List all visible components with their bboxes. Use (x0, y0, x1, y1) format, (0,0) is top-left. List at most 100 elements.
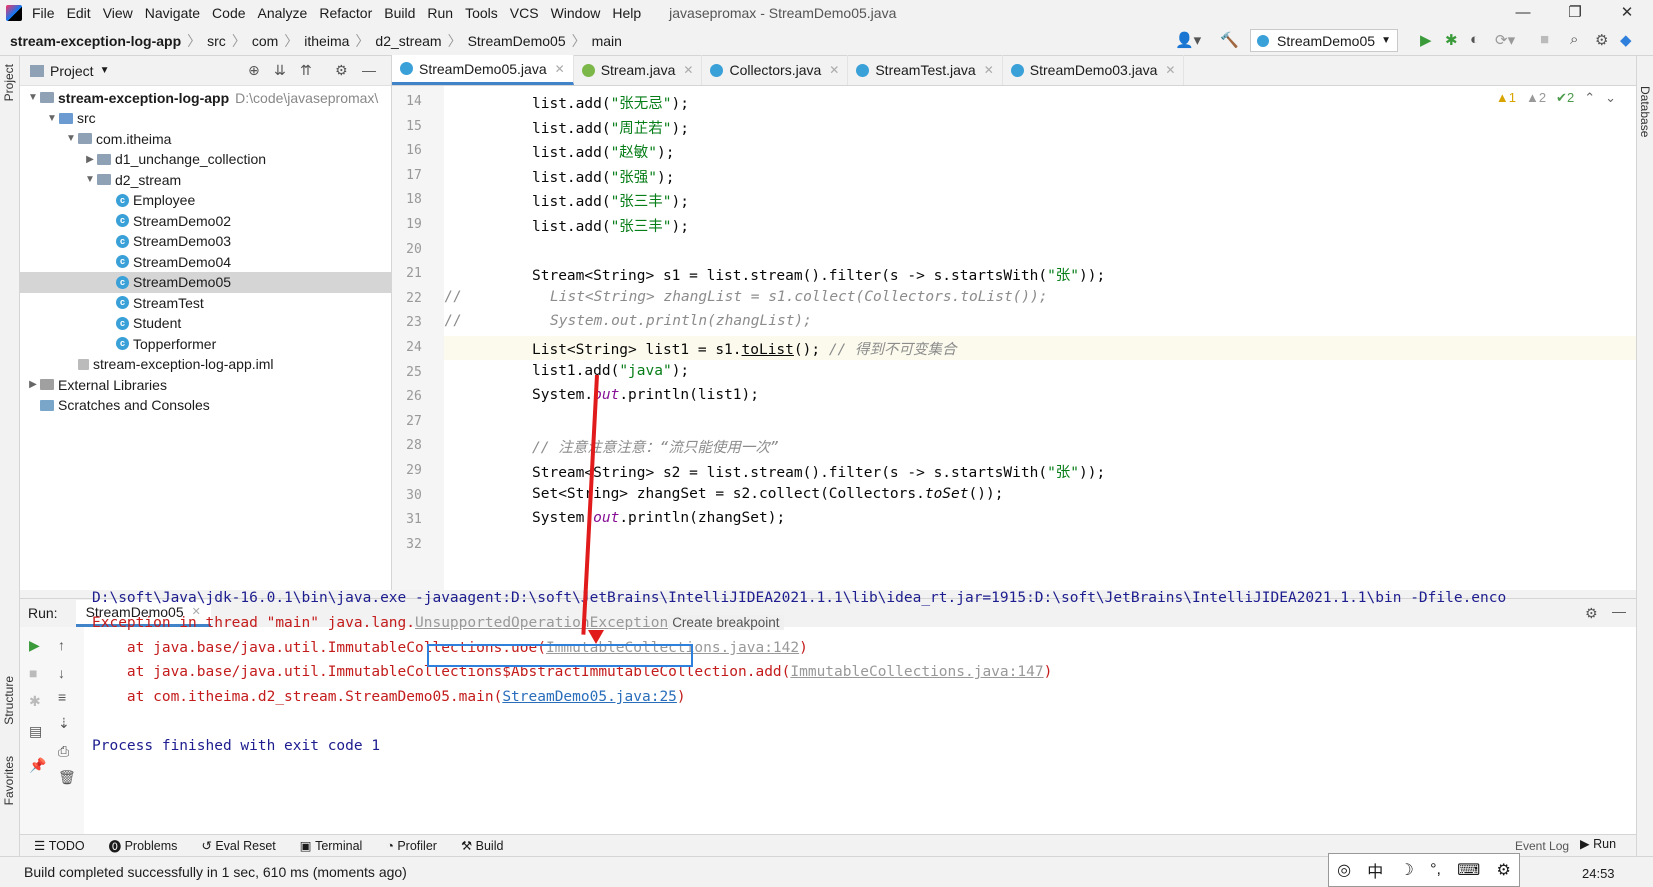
scroll-end-icon[interactable]: ⇣ (58, 715, 70, 732)
run-icon[interactable]: ▶ (1420, 31, 1432, 49)
menu-view[interactable]: View (103, 5, 133, 21)
tree-item[interactable]: ▼ d2_stream (20, 169, 392, 190)
chevron-down-icon[interactable]: ▼ (83, 174, 97, 185)
stack-link[interactable]: ImmutableCollections.java:147 (790, 664, 1043, 680)
menu-code[interactable]: Code (212, 5, 245, 21)
code-line[interactable]: list.add("张强"); (532, 166, 675, 187)
tree-item[interactable]: stream-exception-log-app.iml (20, 354, 392, 375)
menu-run[interactable]: Run (427, 5, 453, 21)
rerun-icon[interactable]: ▶ (29, 637, 40, 654)
crumb-class[interactable]: StreamDemo05 (468, 33, 566, 49)
close-tab-icon[interactable]: ✕ (683, 63, 693, 77)
coverage-icon[interactable]: ◐ (1470, 31, 1479, 48)
stack-link[interactable]: StreamDemo05.java:25 (502, 689, 677, 705)
expand-all-icon[interactable]: ⇊ (274, 62, 286, 79)
crumb-project[interactable]: stream-exception-log-app (10, 33, 181, 49)
tree-item[interactable]: c Topperformer (20, 333, 392, 354)
menu-edit[interactable]: Edit (67, 5, 91, 21)
menu-refactor[interactable]: Refactor (319, 5, 372, 21)
code-line[interactable]: list.add("周芷若"); (532, 117, 689, 138)
menu-build[interactable]: Build (384, 5, 415, 21)
chevron-up-icon[interactable]: ⌃ (1584, 90, 1595, 106)
tree-item[interactable]: ▶ External Libraries (20, 374, 392, 395)
chevron-down-icon[interactable]: ▼ (64, 133, 78, 144)
code-line[interactable]: list.add("张无忌"); (532, 92, 689, 113)
trash-icon[interactable]: 🗑 (58, 769, 76, 786)
down-arrow-icon[interactable]: ↓ (58, 665, 65, 681)
search-icon[interactable]: ⌕ (1570, 31, 1578, 48)
layout-icon[interactable]: ▤ (29, 723, 42, 740)
hide-icon[interactable]: — (362, 62, 376, 78)
chevron-down-icon[interactable]: ▼ (100, 65, 110, 76)
tab-collectors[interactable]: Collectors.java ✕ (702, 55, 849, 85)
menu-file[interactable]: File (32, 5, 55, 21)
print-icon[interactable]: ⎙ (58, 743, 69, 760)
menu-help[interactable]: Help (612, 5, 641, 21)
tree-item[interactable]: c StreamDemo05 (20, 271, 392, 293)
code-line[interactable]: list.add("张三丰"); (532, 190, 689, 211)
code-line[interactable]: //List<String> zhangList = s1.collect(Co… (444, 289, 1048, 305)
crumb-method[interactable]: main (592, 33, 622, 49)
tree-item[interactable]: c StreamDemo04 (20, 251, 392, 272)
tree-item[interactable]: Scratches and Consoles (20, 395, 392, 416)
ime-logo-icon[interactable]: ◎ (1337, 860, 1351, 880)
todo-tab[interactable]: ☰ TODO (34, 838, 85, 854)
chevron-down-icon[interactable]: ▼ (26, 92, 40, 103)
close-tab-icon[interactable]: ✕ (1165, 63, 1175, 77)
tree-item[interactable]: ▶ d1_unchange_collection (20, 149, 392, 170)
crumb-itheima[interactable]: itheima (304, 33, 349, 49)
ime-settings-icon[interactable]: ⚙ (1496, 860, 1510, 880)
collapse-all-icon[interactable]: ⇈ (300, 62, 312, 79)
tab-streamtest[interactable]: StreamTest.java ✕ (848, 55, 1003, 85)
build-hammer-icon[interactable]: 🔨 (1220, 31, 1239, 49)
tab-stream[interactable]: Stream.java ✕ (574, 55, 703, 85)
tree-item[interactable]: c StreamTest (20, 292, 392, 313)
locate-icon[interactable]: ⊕ (248, 62, 260, 79)
code-line[interactable]: Stream<String> s1 = list.stream().filter… (532, 264, 1105, 285)
menu-tools[interactable]: Tools (465, 5, 498, 21)
run-config-select[interactable]: StreamDemo05 ▼ (1250, 29, 1398, 52)
code-line[interactable]: System.out.println(zhangSet); (532, 510, 785, 526)
eval-reset-tab[interactable]: ↺ Eval Reset (201, 838, 275, 854)
inspection-indicators[interactable]: ▲1 ▲2 ✔2 ⌃ ⌄ (1496, 90, 1616, 106)
build-tab[interactable]: ⚒ Build (461, 838, 503, 854)
tab-streamdemo03[interactable]: StreamDemo03.java ✕ (1003, 55, 1185, 85)
code-editor[interactable]: 14 15 16 17 18 19 20 21 22 23 24 25 26 27 28 29 30 31 32 ▲… (392, 86, 1636, 590)
minimize-icon[interactable]: — (1497, 0, 1549, 26)
hide-icon[interactable]: — (1612, 603, 1626, 619)
chevron-down-icon[interactable]: ⌄ (1605, 90, 1616, 106)
code-line[interactable]: List<String> list1 = s1.toList(); // 得到不… (532, 338, 957, 359)
gear-icon[interactable]: ⚙ (1585, 605, 1598, 622)
line-gutter[interactable]: 14 15 16 17 18 19 20 21 22 23 24 25 26 27 28 29 30 31 32 (392, 86, 444, 590)
event-log-tab[interactable]: Event Log (1515, 839, 1569, 853)
stop-icon[interactable]: ■ (1540, 31, 1549, 48)
ime-halfwidth-icon[interactable]: ☽ (1400, 860, 1414, 880)
menu-window[interactable]: Window (551, 5, 601, 21)
code-line[interactable]: //System.out.println(zhangList); (444, 313, 812, 329)
close-icon[interactable]: ✕ (1601, 0, 1653, 26)
menu-vcs[interactable]: VCS (510, 5, 539, 21)
tree-item[interactable]: c Student (20, 313, 392, 334)
code-line[interactable]: Set<String> zhangSet = s2.collect(Collec… (532, 486, 1003, 502)
soft-wrap-icon[interactable]: ≡ (58, 689, 66, 705)
close-tab-icon[interactable]: ✕ (984, 63, 994, 77)
problems-tab[interactable]: ⓿ Problems (109, 836, 178, 855)
tree-item[interactable]: ▼ stream-exception-log-app D:\code\javasep… (20, 87, 392, 108)
profile-icon[interactable]: ⟳▾ (1495, 31, 1515, 49)
code-line[interactable]: // 注意注意注意：“流只能使用一次” (532, 436, 779, 457)
exception-class-link[interactable]: UnsupportedOperationException (415, 615, 668, 631)
crumb-com[interactable]: com (252, 33, 278, 49)
close-tab-icon[interactable]: ✕ (555, 62, 565, 76)
menu-analyze[interactable]: Analyze (258, 5, 308, 21)
ime-keyboard-icon[interactable]: ⌨ (1457, 860, 1480, 880)
crumb-src[interactable]: src (207, 33, 226, 49)
plugin-icon[interactable]: ◆ (1620, 31, 1632, 49)
favorites-tool-tab[interactable]: Favorites (2, 756, 16, 805)
up-arrow-icon[interactable]: ↑ (58, 637, 65, 653)
user-icon[interactable]: 👤▾ (1175, 31, 1201, 49)
gear-icon[interactable]: ⚙ (335, 62, 348, 79)
create-breakpoint-link[interactable]: Create breakpoint (668, 615, 784, 630)
structure-tool-tab[interactable]: Structure (2, 676, 16, 725)
project-view-select[interactable]: Project (50, 63, 94, 79)
code-line[interactable]: list1.add("java"); (532, 363, 689, 379)
